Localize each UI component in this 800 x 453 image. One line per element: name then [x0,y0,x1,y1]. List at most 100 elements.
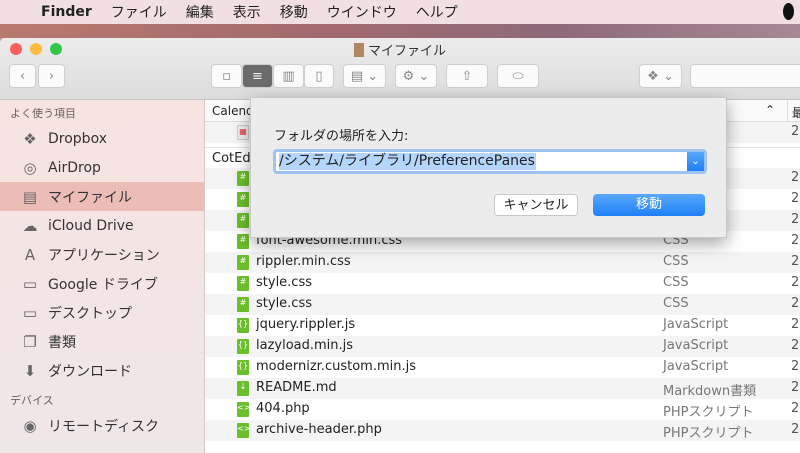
file-date: 2 [791,401,800,416]
menu-help[interactable]: ヘルプ [416,2,458,22]
css-file-icon: # [237,255,249,270]
folder-icon [353,43,364,57]
dropbox-icon: ❖ [23,129,37,148]
dialog-label: フォルダの場所を入力: [274,129,409,144]
file-name: 404.php [256,401,310,416]
file-name: archive-header.php [256,422,382,437]
js-file-icon: {} [237,339,249,354]
file-kind: CSS [663,275,689,290]
table-row[interactable]: <> archive-header.php PHPスクリプト 2 [205,420,800,441]
table-row[interactable]: # rippler.min.css CSS 2 [205,252,800,273]
file-date: 2 [791,380,800,395]
chevron-down-icon[interactable]: ⌄ [687,152,704,171]
gear-icon[interactable]: ⚙ ⌄ [395,64,437,88]
applications-icon: A [24,245,36,264]
menu-finder[interactable]: Finder [41,4,92,20]
download-icon: ⬇ [23,361,37,380]
menu-file[interactable]: ファイル [111,2,167,22]
go-button[interactable]: 移動 [593,194,705,216]
table-row[interactable]: ↓ README.md Markdown書類 2 [205,378,800,399]
cover-flow-button[interactable]: ▯ [304,64,334,88]
file-name: README.md [256,380,337,395]
airdrop-icon: ◎ [23,158,37,177]
menu-go[interactable]: 移動 [280,2,308,22]
list-view-button[interactable]: ≡ [242,64,273,88]
file-name: style.css [256,275,312,290]
css-file-icon: # [237,192,249,207]
back-button[interactable]: ‹ [9,64,36,88]
sidebar-item-my-files[interactable]: ▤ マイファイル [0,182,204,211]
file-date: 2 [791,170,800,185]
folder-path-field[interactable]: /システム/ライブラリ/PreferencePanes ⌄ [273,149,707,174]
menu-edit[interactable]: 編集 [186,2,214,22]
file-date: 2 [791,254,800,269]
file-date: 2 [791,359,800,374]
js-file-icon: {} [237,360,249,375]
file-date: 2 [791,233,800,248]
js-file-icon: {} [237,318,249,333]
sidebar-item-google-drive[interactable]: ▭ Google ドライブ [0,269,204,298]
file-kind: CSS [663,296,689,311]
column-header-name[interactable]: Calend [212,104,254,118]
php-file-icon: <> [237,402,250,417]
file-date: 2 [791,275,800,290]
table-row[interactable]: # style.css CSS 2 [205,273,800,294]
cancel-button[interactable]: キャンセル [494,194,578,216]
share-icon[interactable]: ⇧ [446,64,488,88]
tag-icon[interactable]: ⬭ [497,64,539,88]
sidebar-item-icloud-drive[interactable]: ☁ iCloud Drive [0,211,204,240]
table-row[interactable]: <> 404.php PHPスクリプト 2 [205,399,800,420]
file-kind: CSS [663,254,689,269]
column-view-button[interactable]: ▥ [273,64,304,88]
file-kind: JavaScript [663,317,729,332]
file-date: 2 [791,338,800,353]
php-file-icon: <> [237,423,250,438]
file-kind: Markdown書類 [663,384,757,399]
dropbox-icon[interactable]: ❖ ⌄ [639,64,682,88]
arrange-button[interactable]: ▤ ⌄ [343,64,386,88]
sidebar-item-desktop[interactable]: ▭ デスクトップ [0,298,204,327]
go-to-folder-dialog: フォルダの場所を入力: /システム/ライブラリ/PreferencePanes … [250,97,727,238]
folder-icon: ▭ [22,274,38,293]
disc-icon: ◉ [23,416,37,435]
documents-icon: ❐ [23,332,37,351]
file-name: style.css [256,296,312,311]
devices-heading: デバイス [10,394,54,407]
file-date: 2 [791,317,800,332]
desktop-background [0,24,800,38]
search-input[interactable] [690,64,800,88]
sidebar: よく使う項目 ❖ Dropbox ◎ AirDrop ▤ マイファイル ☁ iCloud… [0,100,205,453]
menu-window[interactable]: ウインドウ [327,2,397,22]
file-kind: PHPスクリプト [663,405,754,420]
table-row[interactable]: # style.css CSS 2 [205,294,800,315]
file-date: 2 [791,212,800,227]
sidebar-item-applications[interactable]: A アプリケーション [0,240,204,269]
menu-view[interactable]: 表示 [233,2,261,22]
table-row[interactable]: {} jquery.rippler.js JavaScript 2 [205,315,800,336]
file-date: 2 [791,422,800,437]
file-kind: JavaScript [663,338,729,353]
table-row[interactable]: {} modernizr.custom.min.js JavaScript 2 [205,357,800,378]
file-name: jquery.rippler.js [256,317,356,332]
icon-view-button[interactable]: ▫ [211,64,242,88]
sidebar-item-remote-disc[interactable]: ◉ リモートディスク [0,411,204,440]
status-icon[interactable] [783,3,794,20]
css-file-icon: # [237,276,249,291]
sidebar-item-documents[interactable]: ❐ 書類 [0,327,204,356]
sort-ascending-icon[interactable]: ⌃ [765,103,775,117]
sidebar-item-airdrop[interactable]: ◎ AirDrop [0,153,204,182]
calendar-file-icon: ▦ [237,125,249,140]
window-title: マイファイル [367,44,446,59]
my-files-icon: ▤ [22,187,38,206]
file-name: rippler.min.css [256,254,351,269]
folder-path-input[interactable]: /システム/ライブラリ/PreferencePanes [279,153,536,170]
sidebar-item-dropbox[interactable]: ❖ Dropbox [0,124,204,153]
column-header-date[interactable]: 最 [787,100,800,122]
file-name: modernizr.custom.min.js [256,359,416,374]
file-date: 2 [791,296,800,311]
forward-button[interactable]: › [38,64,65,88]
css-file-icon: # [237,297,249,312]
table-row[interactable]: {} lazyload.min.js JavaScript 2 [205,336,800,357]
sidebar-item-downloads[interactable]: ⬇ ダウンロード [0,356,204,385]
favorites-heading: よく使う項目 [10,107,76,120]
